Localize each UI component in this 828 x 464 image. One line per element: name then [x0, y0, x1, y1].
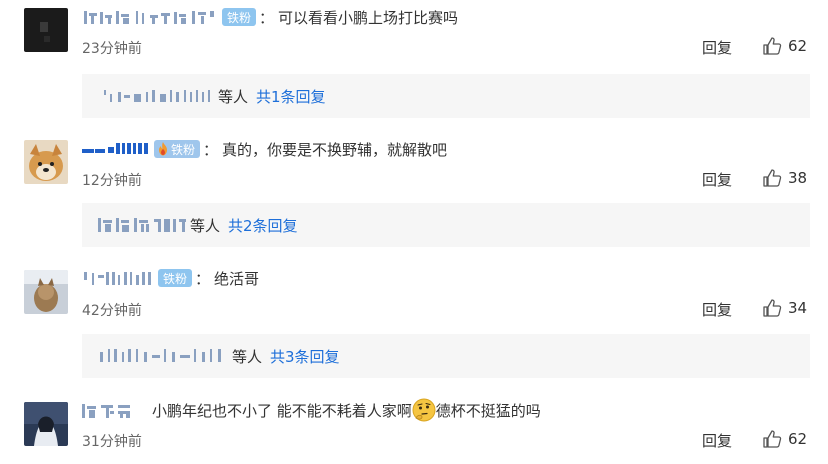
- view-replies-link[interactable]: 共3条回复: [270, 346, 340, 367]
- timestamp: 23分钟前: [82, 41, 142, 57]
- comment-text: 可以看看小鹏上场打比赛吗: [278, 8, 459, 27]
- like-count: 62: [788, 430, 808, 448]
- sub-replies-box[interactable]: 等人 共1条回复: [82, 74, 810, 118]
- reply-suffix: 等人: [218, 87, 249, 106]
- comment-list: 铁粉 ： 可以看看小鹏上场打比赛吗 23分钟前 回复 62 等人 共1条回复 铁…: [0, 0, 828, 464]
- timestamp: 12分钟前: [82, 173, 142, 189]
- reply-usernames: [104, 90, 210, 102]
- comment-text: 绝活哥: [214, 269, 260, 288]
- reply-usernames: [100, 349, 221, 362]
- avatar[interactable]: [24, 402, 68, 446]
- comment-text-continued: 德杯不挺猛的吗: [435, 401, 541, 420]
- reply-button[interactable]: 回复: [702, 37, 732, 58]
- fan-badge: 铁粉: [154, 140, 201, 158]
- timestamp: 42分钟前: [82, 303, 142, 319]
- thumb-up-icon: [763, 37, 782, 55]
- reply-button[interactable]: 回复: [702, 430, 732, 451]
- reply-suffix: 等人: [190, 216, 221, 235]
- reply-suffix: 等人: [232, 347, 263, 366]
- timestamp: 31分钟前: [82, 434, 142, 450]
- sub-replies-box[interactable]: 等人 共2条回复: [82, 203, 810, 247]
- username[interactable]: [82, 140, 150, 158]
- avatar[interactable]: [24, 8, 68, 52]
- thumb-up-icon: [763, 430, 782, 448]
- reply-button[interactable]: 回复: [702, 169, 732, 190]
- view-replies-link[interactable]: 共2条回复: [228, 215, 298, 236]
- thinking-emoji: [412, 398, 436, 422]
- fan-badge: 铁粉: [158, 269, 193, 287]
- like-count: 62: [788, 37, 808, 55]
- username[interactable]: [82, 401, 134, 419]
- fire-icon: [159, 142, 167, 156]
- thumb-up-icon: [763, 169, 782, 187]
- username[interactable]: [82, 269, 154, 287]
- comment-text: 真的，你要是不换野辅，就解散吧: [222, 140, 448, 159]
- fan-badge: 铁粉: [222, 8, 257, 26]
- like-button[interactable]: 34: [762, 298, 807, 318]
- sub-replies-box[interactable]: 等人 共3条回复: [82, 334, 810, 378]
- comment-text: 小鹏年纪也不小了 能不能不耗着人家啊: [152, 401, 412, 420]
- like-button[interactable]: 62: [762, 429, 807, 449]
- separator: ：: [195, 269, 211, 288]
- avatar[interactable]: [24, 140, 68, 184]
- reply-button[interactable]: 回复: [702, 299, 732, 320]
- like-count: 34: [788, 299, 808, 317]
- like-count: 38: [788, 169, 808, 187]
- thumb-up-icon: [763, 299, 782, 317]
- separator: ：: [259, 8, 275, 27]
- avatar[interactable]: [24, 270, 68, 314]
- like-button[interactable]: 38: [762, 168, 807, 188]
- view-replies-link[interactable]: 共1条回复: [256, 86, 326, 107]
- reply-usernames: [98, 218, 186, 232]
- username[interactable]: [82, 8, 218, 26]
- separator: ：: [203, 140, 219, 159]
- like-button[interactable]: 62: [762, 36, 807, 56]
